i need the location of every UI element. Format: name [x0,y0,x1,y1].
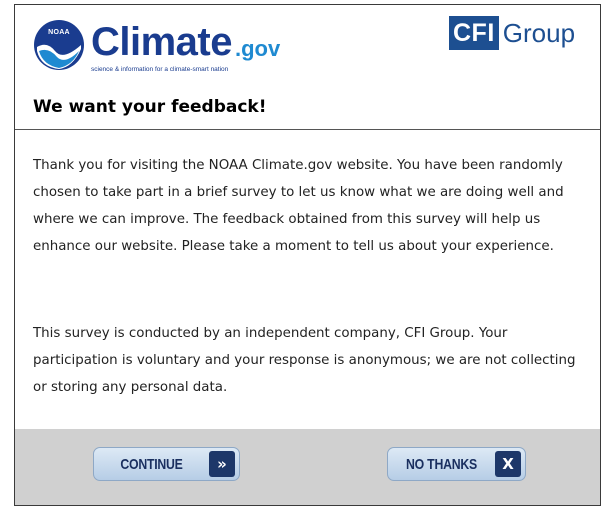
climate-tagline: science & information for a climate-smar… [91,66,229,73]
noaa-emblem-icon [34,20,84,70]
intro-paragraph: Thank you for visiting the NOAA Climate.… [33,158,564,254]
noaa-emblem-text: NOAA [48,29,70,36]
disclaimer-paragraph: This survey is conducted by an independe… [33,326,576,395]
gov-wordmark: .gov [235,36,281,61]
no-thanks-button[interactable]: NO THANKS X [387,447,526,481]
no-thanks-button-label: NO THANKS [406,455,477,473]
dialog-header: NOAA Climate .gov science & information … [15,5,600,83]
dialog-title: We want your feedback! [33,97,267,117]
close-icon: X [495,451,521,477]
cfi-group-text: Group [502,18,576,48]
climate-wordmark: Climate [91,20,233,64]
climate-gov-logo: NOAA Climate .gov science & information … [33,19,283,79]
double-chevron-right-icon: » [209,451,235,477]
title-divider [15,129,600,130]
dialog-footer: CONTINUE » NO THANKS X [15,429,600,505]
survey-dialog: NOAA Climate .gov science & information … [14,4,601,506]
continue-button[interactable]: CONTINUE » [93,447,240,481]
cfi-group-logo: CFI Group [449,16,575,50]
continue-button-label: CONTINUE [120,455,183,473]
cfi-box-text: CFI [449,16,499,50]
